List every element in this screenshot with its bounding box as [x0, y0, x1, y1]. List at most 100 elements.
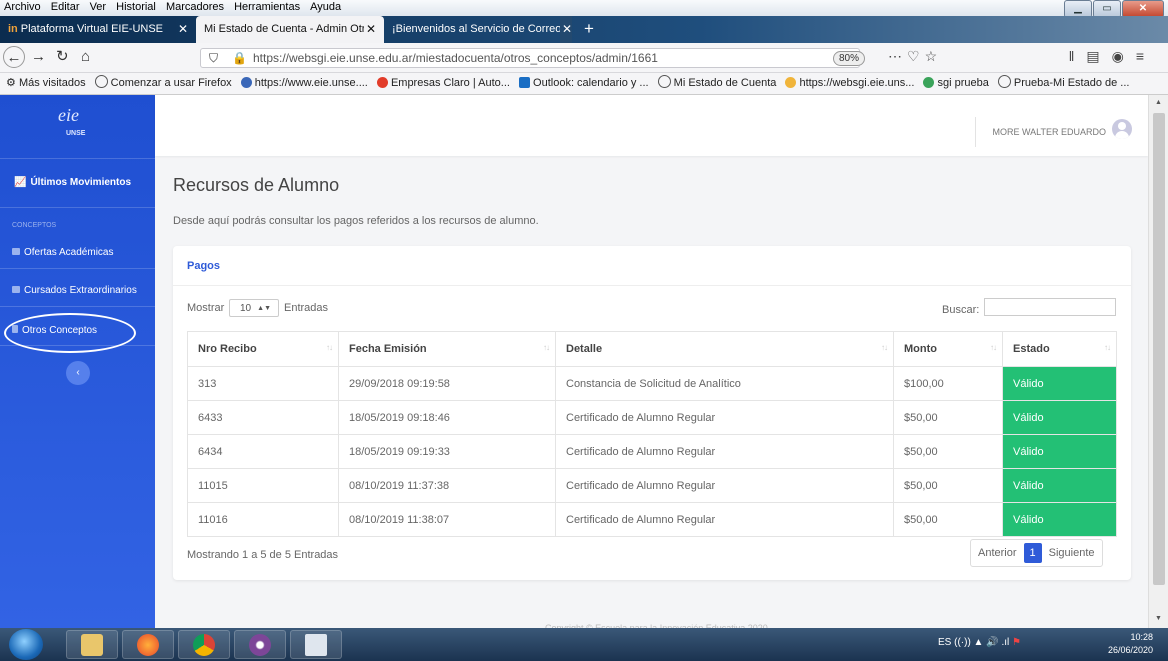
bookmark-sgi-prueba[interactable]: sgi prueba: [923, 73, 989, 94]
collapse-sidebar-button[interactable]: ‹: [66, 361, 90, 385]
taskbar-tor[interactable]: [234, 630, 286, 659]
tab-correo[interactable]: ¡Bienvenidos al Servicio de Correo E ✕: [384, 16, 580, 43]
account-icon[interactable]: ◉: [1112, 48, 1136, 64]
flag-icon[interactable]: ⚑: [1012, 637, 1021, 648]
column-header-fecha[interactable]: Fecha Emisión ↑↓: [338, 331, 556, 367]
cell-nro-recibo: 313: [187, 366, 339, 401]
bookmark-label: Empresas Claro | Auto...: [390, 77, 510, 89]
bookmark-prueba[interactable]: Prueba-Mi Estado de ...: [997, 73, 1130, 94]
menu-marcadores[interactable]: Marcadores: [162, 0, 227, 13]
clock[interactable]: 10:28 26/06/2020: [1108, 631, 1153, 657]
tab-bar: in Plataforma Virtual EIE-UNSE ✕ Mi Estad…: [0, 16, 1168, 43]
sidebar-item-ofertas[interactable]: Ofertas Académicas: [12, 247, 113, 258]
bookmark-eie[interactable]: https://www.eie.unse....: [240, 73, 368, 94]
volume-icon[interactable]: 🔊: [986, 637, 998, 648]
page-1-button[interactable]: 1: [1023, 543, 1042, 563]
nav-bar: ← → ↻ ⌂ ⛉ 🔒 https://websgi.eie.unse.edu.…: [0, 43, 1168, 73]
bookmark-star-icon[interactable]: ☆: [925, 48, 943, 64]
tab-label: Plataforma Virtual EIE-UNSE: [20, 23, 164, 35]
menu-archivo[interactable]: Archivo: [0, 0, 44, 13]
globe-icon: [997, 75, 1011, 88]
bookmark-firefox[interactable]: Comenzar a usar Firefox: [94, 73, 232, 94]
bookmark-estado-cuenta[interactable]: Mi Estado de Cuenta: [657, 73, 776, 94]
system-tray: ES ((·)) ▲ 🔊 .ıl ⚑: [938, 637, 1022, 648]
forward-arrow-icon[interactable]: →: [31, 48, 46, 66]
entries-per-page-select[interactable]: 10 ▲▼: [229, 299, 279, 317]
scroll-down-icon[interactable]: ▼: [1155, 615, 1162, 622]
pocket-icon[interactable]: ♡: [907, 48, 925, 64]
menu-ayuda[interactable]: Ayuda: [306, 0, 344, 13]
avatar[interactable]: [1112, 119, 1132, 139]
more-icon[interactable]: ⋯: [888, 48, 907, 64]
cell-fecha: 18/05/2019 09:19:33: [338, 434, 556, 469]
back-arrow-icon[interactable]: ←: [3, 46, 25, 68]
table-row: 11016 08/10/2019 11:38:07 Certificado de…: [187, 502, 1117, 537]
logo: eie: [58, 105, 79, 125]
network-icon[interactable]: ((·)): [954, 637, 971, 648]
status-badge: Válido: [1002, 366, 1117, 401]
table-header-row: Nro Recibo ↑↓ Fecha Emisión ↑↓ Detalle ↑↓ M…: [187, 331, 1117, 367]
user-name[interactable]: MORE WALTER EDUARDO: [992, 127, 1106, 137]
language-indicator[interactable]: ES: [938, 637, 951, 648]
next-page-button[interactable]: Siguiente: [1042, 540, 1102, 566]
status-badge: Válido: [1002, 434, 1117, 469]
bookmark-label: Prueba-Mi Estado de ...: [1013, 77, 1130, 89]
column-header-detalle[interactable]: Detalle ↑↓: [555, 331, 894, 367]
browser-icon: [249, 634, 271, 656]
bookmark-claro[interactable]: Empresas Claro | Auto...: [376, 73, 510, 94]
column-header-estado[interactable]: Estado ↑↓: [1002, 331, 1117, 367]
hamburger-menu-icon[interactable]: ≡: [1136, 48, 1156, 64]
page-scrollbar[interactable]: ▲ ▼: [1148, 95, 1168, 628]
menu-historial[interactable]: Historial: [112, 0, 159, 13]
address-bar[interactable]: ⛉ 🔒 https://websgi.eie.unse.edu.ar/miest…: [200, 48, 866, 68]
cell-monto: $50,00: [893, 400, 1003, 435]
bookmark-outlook[interactable]: Outlook: calendario y ...: [519, 73, 649, 94]
main-content: MORE WALTER EDUARDO Recursos de Alumno D…: [155, 95, 1148, 633]
sort-icon: ↑↓: [990, 343, 997, 352]
cell-fecha: 08/10/2019 11:37:38: [338, 468, 556, 503]
sidebar-icon[interactable]: ▤: [1086, 48, 1111, 64]
taskbar-notes[interactable]: [290, 630, 342, 659]
folder-icon: [12, 248, 20, 255]
eie-icon: [240, 77, 252, 88]
tab-estado-cuenta[interactable]: Mi Estado de Cuenta - Admin Otro ✕: [196, 16, 384, 43]
sidebar-item-cursados[interactable]: Cursados Extraordinarios: [12, 285, 137, 296]
sidebar-item-ultimos-movimientos[interactable]: 📈 Últimos Movimientos: [14, 177, 131, 188]
menu-editar[interactable]: Editar: [47, 0, 83, 13]
column-header-nro-recibo[interactable]: Nro Recibo ↑↓: [187, 331, 339, 367]
cell-detalle: Certificado de Alumno Regular: [555, 400, 894, 435]
column-header-monto[interactable]: Monto ↑↓: [893, 331, 1003, 367]
taskbar-chrome[interactable]: [178, 630, 230, 659]
outlook-icon: [519, 77, 531, 88]
taskbar-explorer[interactable]: [66, 630, 118, 659]
bookmark-websgi[interactable]: https://websgi.eie.uns...: [785, 73, 914, 94]
menu-ver[interactable]: Ver: [86, 0, 110, 13]
search-input[interactable]: [984, 298, 1116, 316]
taskbar-firefox[interactable]: [122, 630, 174, 659]
scroll-thumb[interactable]: [1153, 113, 1165, 585]
zoom-level[interactable]: 80%: [833, 51, 866, 66]
cell-fecha: 18/05/2019 09:18:46: [338, 400, 556, 435]
start-button[interactable]: [9, 629, 43, 660]
close-icon[interactable]: ✕: [559, 16, 572, 43]
menu-herramientas[interactable]: Herramientas: [230, 0, 303, 13]
bookmark-mas-visitados[interactable]: ⚙ Más visitados: [6, 73, 86, 94]
scroll-up-icon[interactable]: ▲: [1155, 99, 1162, 106]
divider: [0, 158, 155, 159]
sort-icon: ↑↓: [881, 343, 888, 352]
reload-icon[interactable]: ↻: [56, 48, 69, 66]
table-row: 6434 18/05/2019 09:19:33 Certificado de …: [187, 434, 1117, 469]
new-tab-icon[interactable]: +: [584, 16, 594, 41]
library-icon[interactable]: ‖: [1069, 48, 1087, 64]
highlight-oval: [4, 313, 136, 353]
clock-date: 26/06/2020: [1108, 645, 1154, 655]
close-icon[interactable]: ✕: [178, 16, 188, 43]
tab-plataforma[interactable]: in Plataforma Virtual EIE-UNSE ✕: [0, 16, 196, 43]
home-icon[interactable]: ⌂: [81, 48, 90, 66]
table-row: 6433 18/05/2019 09:18:46 Certificado de …: [187, 400, 1117, 435]
signal-icon: .ıl: [1001, 637, 1010, 648]
close-icon[interactable]: ✕: [363, 16, 376, 43]
prev-page-button[interactable]: Anterior: [971, 540, 1024, 566]
status-badge: Válido: [1002, 468, 1117, 503]
cell-monto: $100,00: [893, 366, 1003, 401]
